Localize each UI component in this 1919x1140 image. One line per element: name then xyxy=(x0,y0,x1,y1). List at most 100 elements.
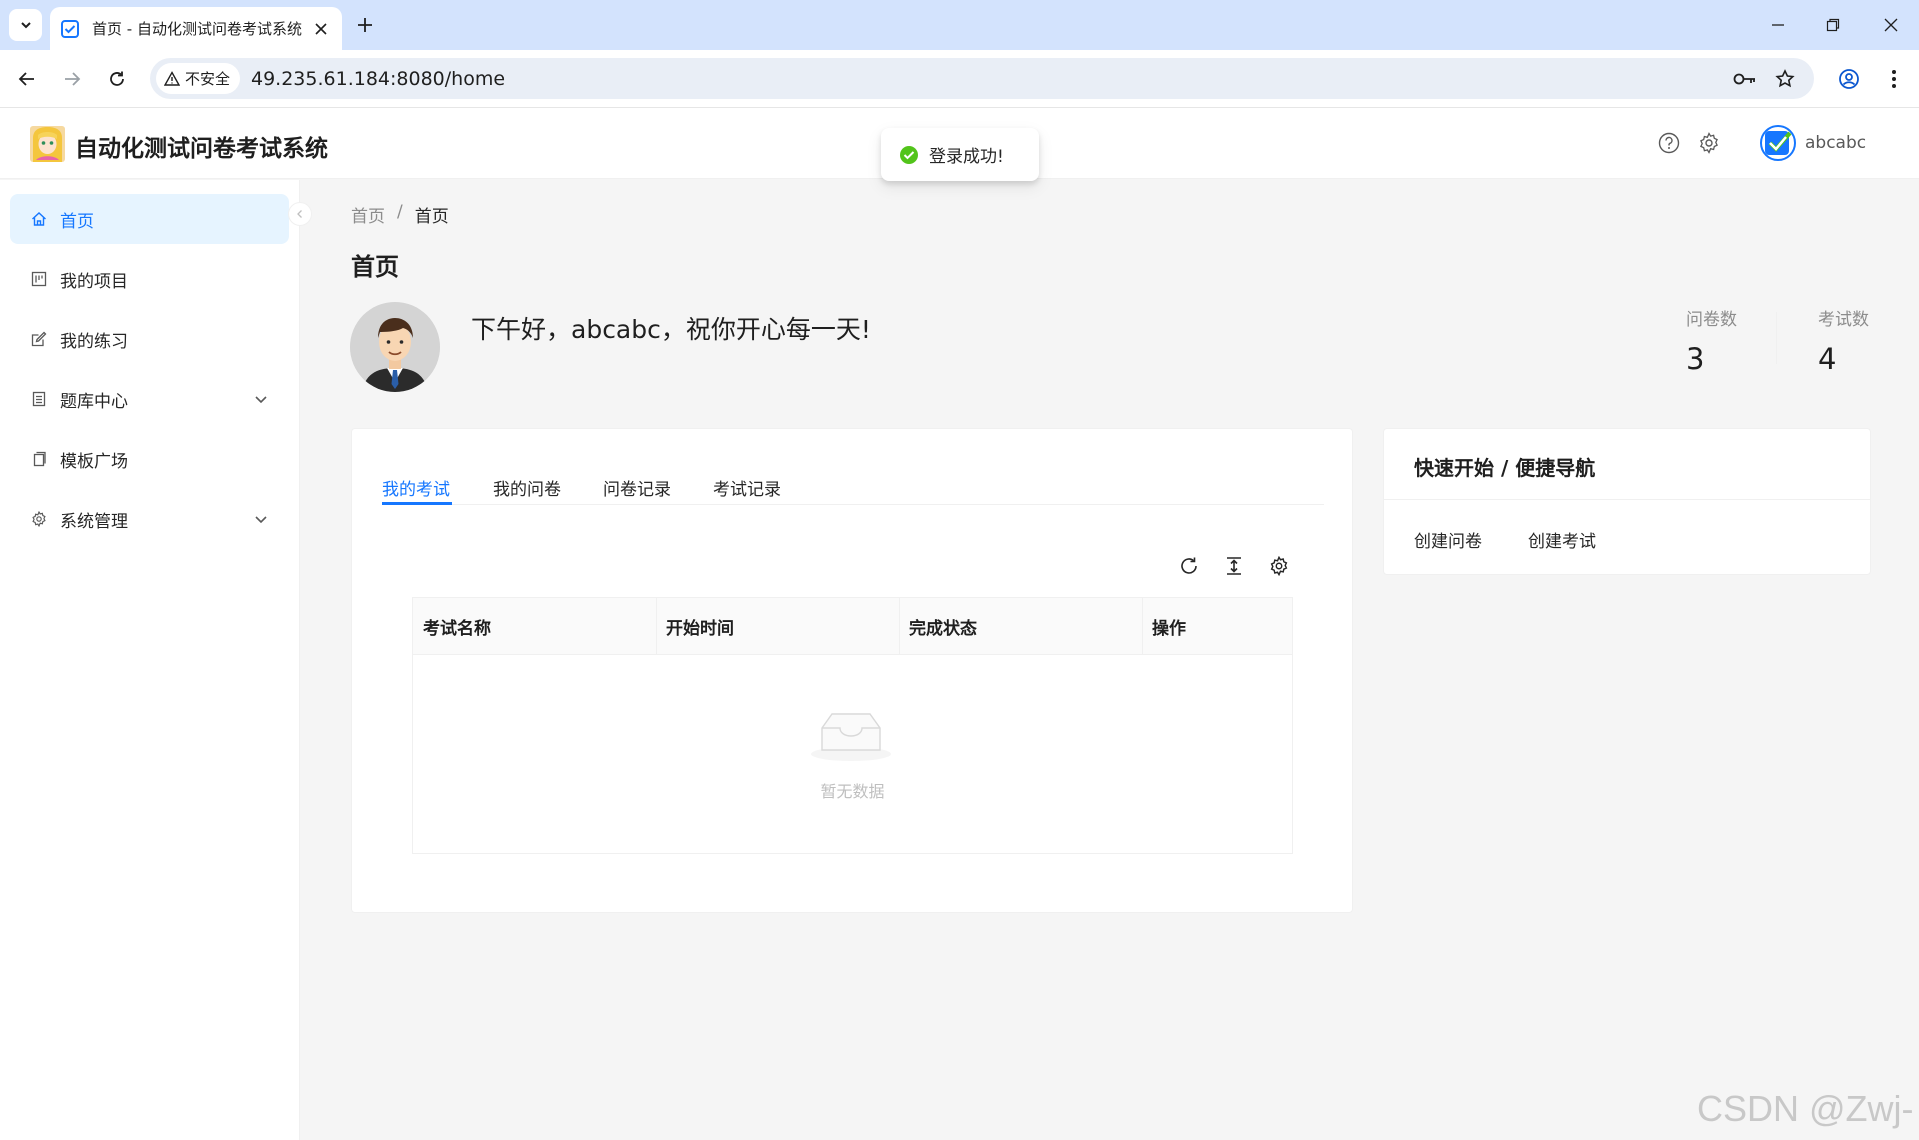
user-avatar[interactable] xyxy=(1760,125,1796,161)
sidebar-item-system[interactable]: 系统管理 xyxy=(10,494,289,544)
question-circle-icon xyxy=(1658,132,1680,154)
welcome-avatar xyxy=(350,302,440,392)
empty-text: 暂无数据 xyxy=(820,782,885,801)
card-divider xyxy=(1384,499,1870,500)
reload-icon xyxy=(1181,557,1197,574)
warning-icon xyxy=(164,70,180,86)
chevron-left-icon xyxy=(297,210,302,218)
tab-search-button[interactable] xyxy=(9,9,42,41)
sidebar-item-templates[interactable]: 模板广场 xyxy=(10,434,289,484)
success-toast: 登录成功! xyxy=(881,128,1039,181)
table-settings-button[interactable] xyxy=(1266,553,1292,579)
tab-survey-records[interactable]: 问卷记录 xyxy=(603,475,671,500)
settings-button[interactable] xyxy=(1696,130,1722,156)
stat-surveys: 问卷数 3 xyxy=(1686,305,1737,376)
browser-toolbar: 不安全 49.235.61.184:8080/home xyxy=(0,50,1919,108)
table-density-button[interactable] xyxy=(1221,553,1247,579)
column-height-icon xyxy=(1227,557,1241,575)
greeting-text: 下午好，abcabc，祝你开心每一天! xyxy=(471,315,871,344)
project-icon xyxy=(30,270,48,288)
sidebar-item-label: 我的项目 xyxy=(60,271,128,292)
user-name[interactable]: abcabc xyxy=(1805,133,1866,153)
sidebar: 首页 我的项目 我的练习 题库中心 模板广场 系统管理 xyxy=(0,180,300,1140)
create-exam-link[interactable]: 创建考试 xyxy=(1528,527,1596,552)
stat-value: 4 xyxy=(1818,342,1837,376)
url-text[interactable]: 49.235.61.184:8080/home xyxy=(251,68,505,90)
reload-icon xyxy=(110,71,124,86)
browser-tabstrip: 首页 - 自动化测试问卷考试系统 xyxy=(0,0,1919,50)
watermark: CSDN @Zwj-c xyxy=(1697,1088,1914,1140)
browser-tab-active[interactable]: 首页 - 自动化测试问卷考试系统 xyxy=(50,7,342,50)
column-header-start-time[interactable]: 开始时间 xyxy=(656,598,899,655)
sidebar-item-label: 我的练习 xyxy=(60,331,128,352)
breadcrumb-root[interactable]: 首页 xyxy=(351,202,385,227)
plus-icon xyxy=(358,18,372,32)
sidebar-item-practice[interactable]: 我的练习 xyxy=(10,314,289,364)
breadcrumb-separator: / xyxy=(397,202,403,222)
tab-my-exams[interactable]: 我的考试 xyxy=(382,475,450,500)
create-survey-link[interactable]: 创建问卷 xyxy=(1414,527,1482,552)
security-label: 不安全 xyxy=(185,70,231,88)
stat-label: 考试数 xyxy=(1818,310,1869,330)
sidebar-item-label: 首页 xyxy=(60,211,94,232)
restore-button[interactable] xyxy=(1820,12,1846,38)
sidebar-item-label: 题库中心 xyxy=(60,391,128,412)
sidebar-item-label: 模板广场 xyxy=(60,451,128,472)
more-vertical-icon xyxy=(1892,70,1896,88)
records-tabs: 我的考试 我的问卷 问卷记录 考试记录 xyxy=(382,455,1324,505)
tab-title: 首页 - 自动化测试问卷考试系统 xyxy=(92,20,302,38)
breadcrumb: 首页 / 首页 xyxy=(351,202,449,227)
column-header-actions[interactable]: 操作 xyxy=(1142,598,1292,655)
page-title: 首页 xyxy=(351,253,399,281)
gear-icon xyxy=(1270,556,1288,576)
edit-icon xyxy=(30,330,48,348)
quick-nav-card: 快速开始 / 便捷导航 创建问卷 创建考试 xyxy=(1383,428,1871,575)
table-reload-button[interactable] xyxy=(1176,553,1202,579)
app-title: 自动化测试问卷考试系统 xyxy=(75,136,328,162)
checkbox-favicon-icon xyxy=(61,19,79,38)
sidebar-item-label: 系统管理 xyxy=(60,511,128,532)
forward-button[interactable] xyxy=(57,64,87,94)
arrow-right-icon xyxy=(65,72,81,86)
tab-my-surveys[interactable]: 我的问卷 xyxy=(493,475,561,500)
breadcrumb-current: 首页 xyxy=(414,207,449,227)
stat-value: 3 xyxy=(1686,342,1705,376)
businessman-avatar-icon xyxy=(350,302,440,392)
tab-exam-records[interactable]: 考试记录 xyxy=(713,475,781,500)
sidebar-collapse-button[interactable] xyxy=(288,202,312,226)
sidebar-item-question-bank[interactable]: 题库中心 xyxy=(10,374,289,424)
stat-divider xyxy=(1776,312,1777,364)
anime-logo-icon xyxy=(30,126,65,162)
book-icon xyxy=(30,390,48,408)
table-header: 考试名称 开始时间 完成状态 操作 xyxy=(413,598,1292,655)
quick-nav-title: 快速开始 / 便捷导航 xyxy=(1414,456,1596,480)
back-button[interactable] xyxy=(12,64,42,94)
tab-close-button[interactable] xyxy=(310,18,332,40)
browser-menu-button[interactable] xyxy=(1879,64,1909,94)
app-logo[interactable] xyxy=(30,126,65,162)
sidebar-item-home[interactable]: 首页 xyxy=(10,194,289,244)
close-icon xyxy=(1884,18,1898,32)
bookmark-button[interactable] xyxy=(1772,66,1798,92)
reload-button[interactable] xyxy=(102,64,132,94)
key-icon xyxy=(1733,73,1755,85)
gear-icon xyxy=(1700,132,1718,154)
toast-message: 登录成功! xyxy=(929,147,1004,167)
restore-icon xyxy=(1826,18,1840,32)
star-icon xyxy=(1775,69,1795,88)
column-header-status[interactable]: 完成状态 xyxy=(899,598,1142,655)
help-button[interactable] xyxy=(1656,130,1682,156)
stat-label: 问卷数 xyxy=(1686,310,1737,330)
minimize-button[interactable] xyxy=(1765,12,1791,38)
address-bar[interactable]: 不安全 49.235.61.184:8080/home xyxy=(150,58,1814,99)
password-key-button[interactable] xyxy=(1732,66,1758,92)
chevron-down-icon xyxy=(255,396,267,404)
sidebar-item-projects[interactable]: 我的项目 xyxy=(10,254,289,304)
column-header-exam-name[interactable]: 考试名称 xyxy=(413,598,656,655)
close-window-button[interactable] xyxy=(1878,12,1904,38)
checkmark-avatar-icon xyxy=(1765,131,1792,155)
chevron-down-icon xyxy=(255,516,267,524)
profile-button[interactable] xyxy=(1834,64,1864,94)
new-tab-button[interactable] xyxy=(352,12,378,38)
security-chip[interactable]: 不安全 xyxy=(156,63,241,94)
